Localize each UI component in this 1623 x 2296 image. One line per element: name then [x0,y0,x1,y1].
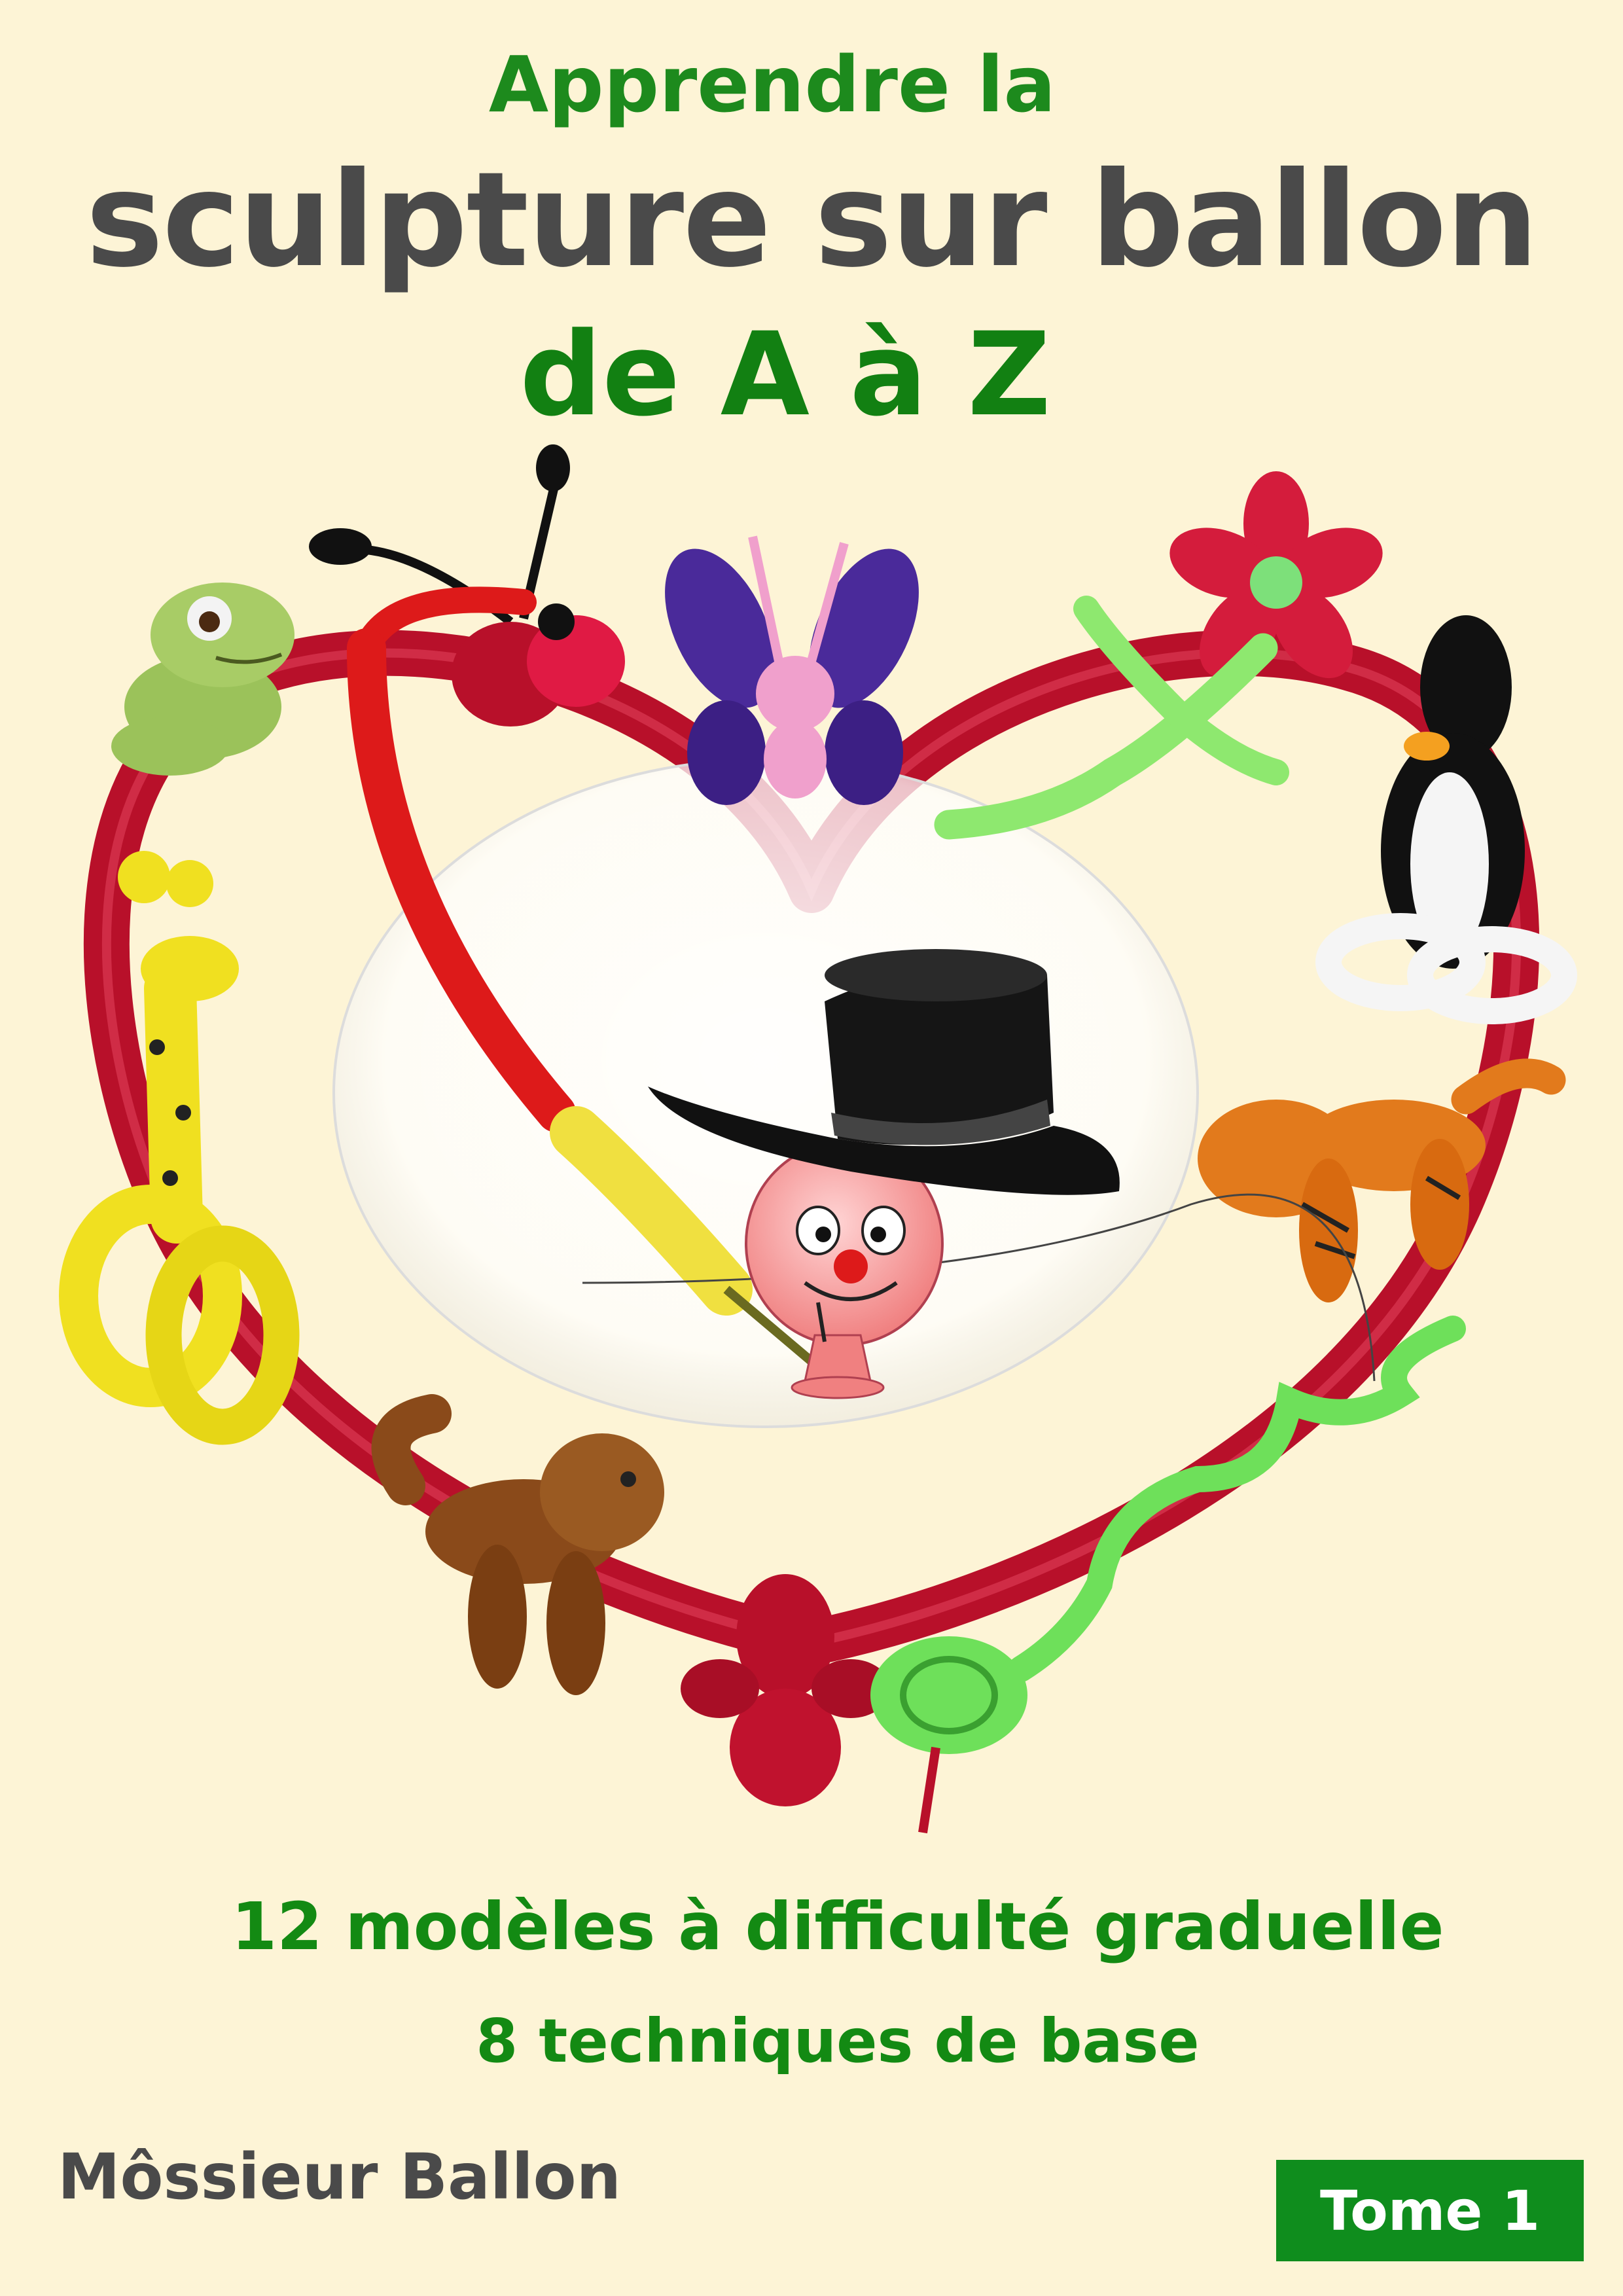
dog-balloon-icon [371,1394,664,1695]
subtitle-models: 12 modèles à difficulté graduelle [231,1888,1444,1965]
subtitle-techniques: 8 techniques de base [476,2006,1200,2076]
title-line-3: de A à Z [520,308,1051,442]
author-name: Môssieur Ballon [58,2140,621,2214]
frog-balloon-icon [111,583,294,776]
balloon-artwork [59,444,1577,1834]
title-line-2: sculpture sur ballon [85,144,1539,296]
volume-badge: Tome 1 [1276,2160,1584,2261]
book-cover: Apprendre la sculpture sur ballon de A à… [0,0,1623,2296]
volume-label: Tome 1 [1319,2178,1541,2243]
title-line-1: Apprendre la [488,39,1056,130]
